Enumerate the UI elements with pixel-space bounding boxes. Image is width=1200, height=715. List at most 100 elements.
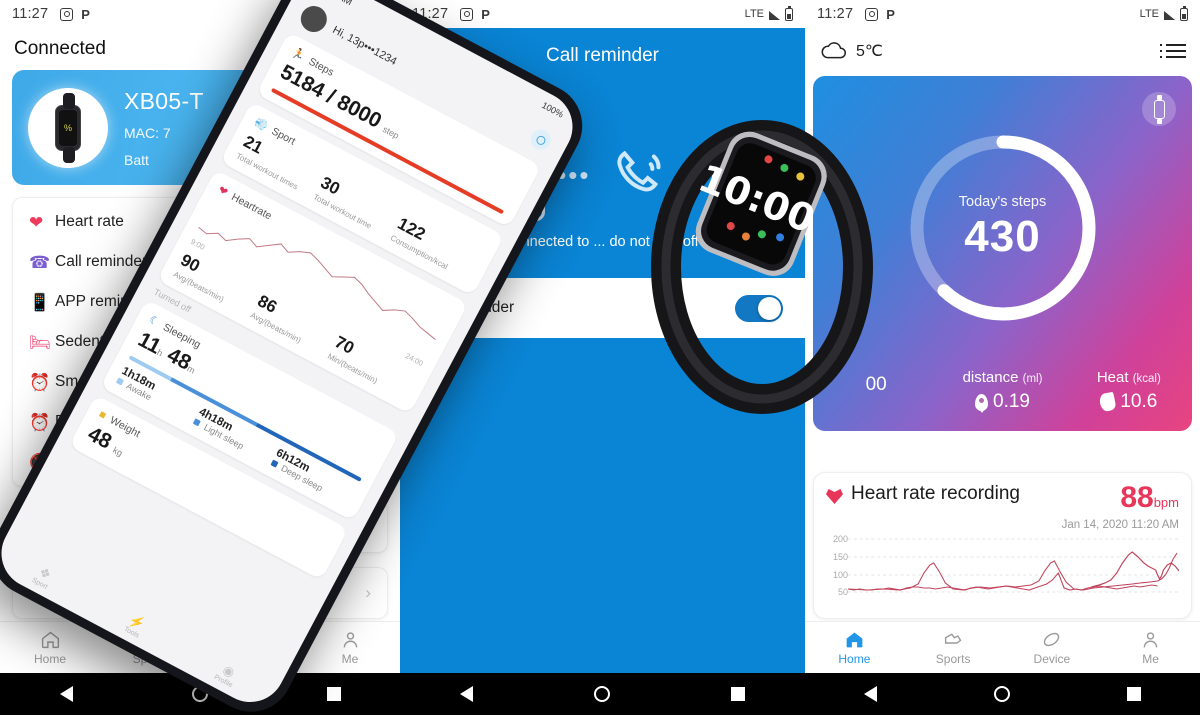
- steps-value: 430: [964, 212, 1041, 261]
- tab-label: Home: [838, 652, 871, 666]
- chart-y-axis: 200 150 100 50: [826, 534, 848, 597]
- tab-home[interactable]: Home: [805, 622, 904, 673]
- y-tick: 50: [837, 587, 848, 597]
- metric-value: 0.19: [993, 391, 1030, 412]
- metrics-row: 00 distance (ml) 0.19 Heat (kcal) 10.6: [813, 369, 1192, 413]
- signal-icon: [769, 10, 780, 20]
- heart-rate-title: Heart rate recording: [851, 483, 1020, 504]
- dots-separator: •••: [688, 160, 722, 190]
- status-bar: 11:27 P LTE: [805, 0, 1200, 28]
- shoe-icon: [944, 633, 962, 644]
- call-reminder-switch[interactable]: [735, 294, 783, 322]
- battery-icon: [1180, 5, 1188, 21]
- weight-icon: ■: [96, 408, 109, 423]
- tab-home[interactable]: Home: [0, 622, 100, 673]
- heart-rate-timestamp: Jan 14, 2020 11:20 AM: [1061, 519, 1179, 531]
- nav-back-icon[interactable]: [863, 686, 877, 702]
- status-time: 11:27: [817, 6, 854, 22]
- weather-widget[interactable]: 5℃: [819, 41, 883, 61]
- smartwatch-icon: %: [55, 92, 81, 163]
- metric-unit: (ml): [1022, 373, 1043, 385]
- home-app-bar: 5℃: [805, 28, 1200, 74]
- legend-swatch: [270, 459, 279, 468]
- status-time: 11:27: [12, 6, 49, 22]
- battery-icon: [785, 5, 793, 21]
- mobile-icon: 📱: [29, 292, 51, 312]
- sport-label: Sport: [269, 124, 298, 148]
- tab-label: Me: [341, 652, 359, 666]
- sync-icon[interactable]: [527, 126, 555, 154]
- avatar: %: [28, 87, 108, 168]
- network-label: LTE: [744, 8, 764, 20]
- tab-label: Device: [1033, 652, 1071, 666]
- weather-temp: 5℃: [856, 43, 883, 60]
- steps-unit: step: [381, 124, 401, 141]
- list-icon[interactable]: [1160, 44, 1186, 58]
- heart-icon: [826, 489, 843, 504]
- metric-hidden: 00: [813, 369, 939, 413]
- heart-rate-value: 88: [1120, 481, 1154, 514]
- device-icon: [1044, 632, 1060, 647]
- heart-rate-chart: 200 150 100 50: [826, 534, 1179, 597]
- network-label: LTE: [1139, 8, 1159, 20]
- chevron-right-icon: ›: [365, 583, 371, 602]
- device-name: XB05-T: [124, 87, 204, 114]
- metric-distance: distance (ml) 0.19: [939, 369, 1065, 413]
- weight-unit: kg: [111, 444, 125, 459]
- weight-value: 48: [84, 422, 116, 454]
- band-button[interactable]: [1142, 92, 1176, 126]
- y-tick: 200: [832, 534, 848, 544]
- steps-card: Today's steps 430 00 distance (ml) 0.19 …: [813, 76, 1192, 431]
- metric-value: 00: [865, 374, 887, 395]
- heart-rate-card[interactable]: Heart rate recording 88bpm Jan 14, 2020 …: [813, 472, 1192, 619]
- flame-icon: [1098, 391, 1117, 413]
- alarm-clock-icon: ⏰: [29, 372, 51, 392]
- metric-unit: (kcal): [1132, 373, 1161, 385]
- nav-recents-icon[interactable]: [1127, 687, 1142, 701]
- screenshot-icon: [865, 7, 879, 21]
- walk-icon: 🏃: [289, 46, 307, 64]
- nav-back-icon[interactable]: [59, 686, 73, 702]
- screenshot-icon: [60, 7, 74, 21]
- tab-sports[interactable]: Sports: [904, 622, 1003, 673]
- metric-value: 10.6: [1120, 391, 1158, 412]
- panel-home: 11:27 P LTE 5℃ Today's steps 430 00 dist…: [805, 0, 1200, 715]
- p-icon: P: [886, 6, 895, 22]
- run-icon: 💨: [252, 116, 270, 134]
- nav-home-icon[interactable]: [593, 686, 610, 702]
- p-icon: P: [81, 6, 90, 22]
- nav-back-icon[interactable]: [460, 686, 474, 702]
- signal-icon: [1164, 10, 1175, 20]
- tab-label: Me: [1142, 652, 1159, 666]
- metric-heat: Heat (kcal) 10.6: [1066, 369, 1192, 413]
- nav-recents-icon[interactable]: [326, 687, 341, 701]
- heart-rate-unit: bpm: [1153, 495, 1179, 510]
- p-icon: P: [481, 6, 490, 22]
- android-nav-bar: [805, 673, 1200, 715]
- tab-device[interactable]: Device: [1003, 622, 1102, 673]
- android-nav-bar: [400, 673, 805, 715]
- steps-progress-ring: Today's steps 430: [903, 128, 1103, 328]
- avatar: [296, 1, 332, 37]
- person-icon: [1143, 632, 1158, 648]
- cloud-icon: [821, 42, 846, 59]
- menu-item-label: Call reminder: [55, 253, 148, 270]
- device-mac: MAC: 7: [124, 124, 171, 141]
- menu-item-label: Heart rate: [55, 213, 124, 230]
- y-tick: 100: [832, 570, 848, 580]
- metric-label: Heat: [1096, 369, 1129, 386]
- screenshot-stage: 11:27 P LTE Connected % XB05-T MAC: 7 Ba: [0, 0, 1200, 715]
- person-icon: [343, 632, 357, 648]
- ringing-phone-icon: [616, 150, 661, 192]
- nav-recents-icon[interactable]: [730, 687, 745, 701]
- heart-icon: ❤: [29, 212, 44, 232]
- phone-icon: ☎: [29, 252, 51, 272]
- status-bar: 11:27 P LTE: [400, 0, 805, 28]
- nav-home-icon[interactable]: [993, 686, 1010, 702]
- tab-me[interactable]: Me: [1101, 622, 1200, 673]
- tab-label: Sports: [935, 652, 971, 666]
- moon-icon: ☾: [146, 313, 162, 330]
- metric-label: distance: [962, 369, 1019, 386]
- tilted-battery-pct: 100%: [540, 99, 566, 120]
- page-title: Call reminder: [546, 45, 659, 66]
